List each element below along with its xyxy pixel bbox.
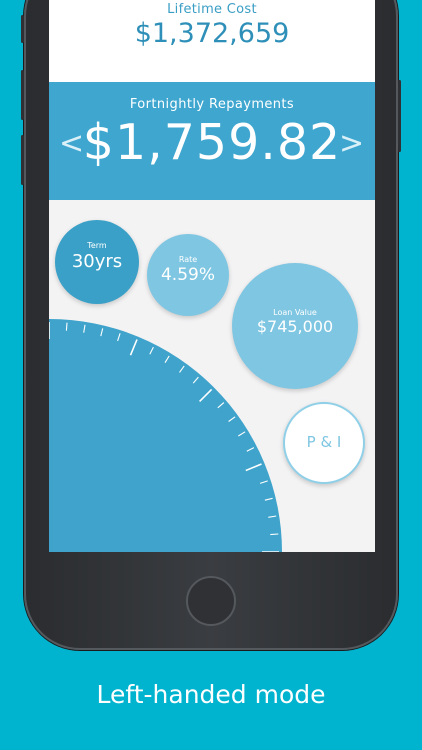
loan-value-caption: Loan Value [273,308,317,317]
loan-controls-area: Term 30yrs Rate 4.59% Loan Value $745,00… [49,200,375,552]
feature-caption: Left-handed mode [96,680,326,709]
app-screen: Lifetime Cost $1,372,659 Fortnightly Rep… [49,0,375,552]
loan-value-amount: $745,000 [256,317,334,336]
loan-value-bubble[interactable]: Loan Value $745,000 [232,263,358,389]
dial-tick [65,322,68,331]
lifetime-cost-value: $1,372,659 [134,18,290,49]
power-button [398,80,401,152]
volume-down-button [21,135,24,185]
rate-value: 4.59% [160,265,215,285]
repayment-frequency-label: Fortnightly Repayments [129,97,295,112]
volume-up-button [21,70,24,120]
repayment-panel: Fortnightly Repayments < $1,759.82 > [49,82,375,200]
term-caption: Term [87,241,107,250]
next-frequency-chevron-icon[interactable]: > [339,126,364,161]
lifetime-cost-panel: Lifetime Cost $1,372,659 [49,0,375,82]
rate-caption: Rate [178,255,198,264]
dial-tick [270,533,279,536]
home-button[interactable] [186,576,236,626]
rate-bubble[interactable]: Rate 4.59% [147,234,229,316]
repayment-type-value: P & I [306,433,342,451]
term-value: 30yrs [71,251,123,272]
term-bubble[interactable]: Term 30yrs [55,220,139,304]
lifetime-cost-label: Lifetime Cost [167,2,257,17]
repayment-amount: $1,759.82 [82,114,342,171]
mute-switch [21,15,24,43]
repayment-type-bubble[interactable]: P & I [283,402,365,484]
